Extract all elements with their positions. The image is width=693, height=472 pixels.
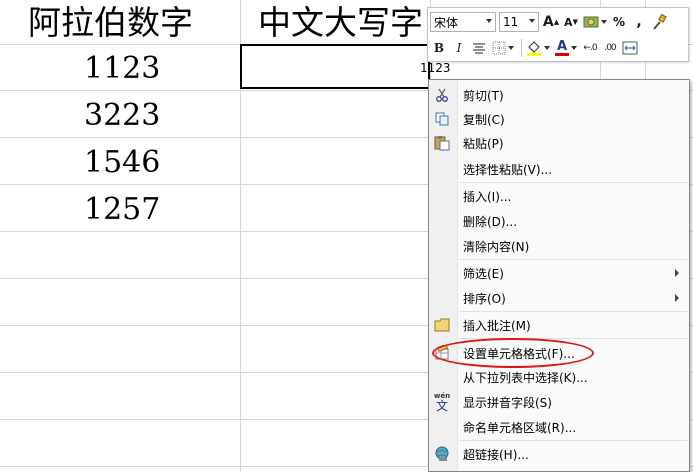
menu-item-clear-contents[interactable]: 清除内容(N) — [429, 234, 689, 258]
hyperlink-icon — [434, 446, 450, 462]
borders-icon — [492, 41, 506, 55]
chevron-down-icon — [571, 46, 577, 50]
menu-item-label: 命名单元格区域(R)... — [463, 420, 577, 435]
menu-item-label: 插入(I)... — [463, 189, 512, 204]
fill-bucket-icon — [527, 41, 541, 56]
shrink-font-icon: A — [564, 15, 573, 29]
menu-item-label: 清除内容(N) — [463, 239, 530, 254]
menu-item-label: 删除(D)... — [463, 214, 518, 229]
menu-item-label: 复制(C) — [463, 112, 505, 127]
menu-item-filter[interactable]: 筛选(E) — [429, 261, 689, 285]
decrease-decimal-button[interactable]: .00 — [601, 38, 619, 58]
menu-item-label: 选择性粘贴(V)... — [463, 162, 553, 177]
italic-button[interactable]: I — [450, 38, 468, 58]
menu-item-cut[interactable]: 剪切(T) — [429, 83, 689, 107]
menu-item-paste[interactable]: 粘贴(P) — [429, 131, 689, 155]
merge-center-button[interactable] — [621, 38, 639, 58]
highlight-annotation-oval — [432, 338, 594, 368]
font-size-value: 11 — [503, 15, 519, 29]
font-name-value: 宋体 — [434, 15, 459, 30]
currency-format-button[interactable] — [582, 12, 608, 32]
chevron-down-icon — [529, 19, 535, 23]
menu-item-label: 超链接(H)... — [463, 447, 529, 462]
phonetic-icon: wén 文 — [434, 391, 450, 413]
submenu-arrow-icon — [675, 294, 679, 302]
menu-item-sort[interactable]: 排序(O) — [429, 286, 689, 310]
cell-edit-preview: 1123 — [420, 61, 451, 75]
fill-color-button[interactable] — [525, 38, 551, 58]
currency-icon — [583, 16, 599, 28]
menu-item-label: 筛选(E) — [463, 266, 504, 281]
font-color-icon: A — [556, 39, 568, 54]
cell-a2[interactable]: 1123 — [84, 54, 160, 84]
copy-icon — [434, 111, 450, 127]
bold-icon: B — [433, 41, 445, 55]
cell-a5[interactable]: 1257 — [84, 195, 160, 225]
font-name-combo[interactable]: 宋体 — [430, 12, 496, 32]
menu-item-copy[interactable]: 复制(C) — [429, 107, 689, 131]
menu-item-define-name[interactable]: 命名单元格区域(R)... — [429, 415, 689, 439]
comma-icon: , — [636, 14, 642, 30]
font-color-button[interactable]: A — [553, 38, 579, 58]
align-center-icon — [473, 43, 485, 54]
menu-separator — [459, 259, 687, 260]
font-color-swatch — [555, 53, 569, 56]
borders-button[interactable] — [490, 38, 516, 58]
menu-item-label: 排序(O) — [463, 291, 506, 306]
toolbar-separator — [521, 39, 522, 57]
format-painter-icon — [653, 14, 667, 30]
italic-icon: I — [456, 41, 462, 55]
cell-b1-header[interactable]: 中文大写字 — [258, 6, 423, 39]
active-cell-b2[interactable] — [240, 44, 430, 89]
menu-item-hyperlink[interactable]: 超链接(H)... — [429, 442, 689, 466]
cell-a1-header[interactable]: 阿拉伯数字 — [28, 6, 193, 39]
menu-separator — [459, 440, 687, 441]
menu-separator — [459, 182, 687, 183]
decrease-decimal-icon: .00 — [604, 43, 616, 53]
increase-decimal-button[interactable]: ←.0 — [581, 38, 599, 58]
context-menu: 剪切(T) 复制(C) 粘贴(P) 选择性粘贴(V)... 插入(I)... 删… — [428, 79, 690, 472]
paste-icon — [434, 135, 450, 151]
scissors-icon — [434, 87, 450, 103]
percent-icon: % — [612, 15, 626, 29]
chevron-down-icon — [486, 19, 492, 23]
menu-item-label: 剪切(T) — [463, 88, 504, 103]
font-size-combo[interactable]: 11 — [499, 12, 539, 32]
merge-cells-icon — [622, 41, 638, 55]
menu-item-insert[interactable]: 插入(I)... — [429, 184, 689, 208]
menu-item-label: 显示拼音字段(S) — [463, 395, 552, 410]
cell-a4[interactable]: 1546 — [84, 148, 160, 178]
menu-item-label: 粘贴(P) — [463, 136, 504, 151]
mini-toolbar: 宋体 11 A ▲ A ▼ % , B I A ←.0 .00 — [427, 7, 689, 62]
cell-a3[interactable]: 3223 — [84, 101, 160, 131]
grow-font-icon: A — [542, 14, 554, 30]
increase-decimal-icon: ←.0 — [583, 43, 597, 53]
chevron-down-icon — [601, 20, 607, 24]
menu-separator — [459, 311, 687, 312]
menu-item-paste-special[interactable]: 选择性粘贴(V)... — [429, 157, 689, 181]
center-align-button[interactable] — [470, 38, 488, 58]
submenu-arrow-icon — [675, 269, 679, 277]
menu-item-label: 从下拉列表中选择(K)... — [463, 370, 588, 385]
menu-item-label: 插入批注(M) — [463, 318, 531, 333]
grow-font-button[interactable]: A ▲ — [542, 12, 560, 32]
comma-style-button[interactable]: , — [630, 12, 648, 32]
chevron-down-icon — [544, 46, 550, 50]
shrink-font-button[interactable]: A ▼ — [562, 12, 580, 32]
comment-icon — [434, 317, 450, 333]
percent-style-button[interactable]: % — [610, 12, 628, 32]
format-painter-button[interactable] — [650, 12, 668, 32]
menu-item-insert-comment[interactable]: 插入批注(M) — [429, 313, 689, 337]
menu-item-pick-from-list[interactable]: 从下拉列表中选择(K)... — [429, 365, 689, 389]
phonetic-icon-bottom: 文 — [435, 398, 448, 413]
bold-button[interactable]: B — [430, 38, 448, 58]
menu-item-show-phonetic[interactable]: wén 文 显示拼音字段(S) — [429, 390, 689, 414]
menu-item-delete[interactable]: 删除(D)... — [429, 209, 689, 233]
chevron-down-icon — [508, 46, 514, 50]
